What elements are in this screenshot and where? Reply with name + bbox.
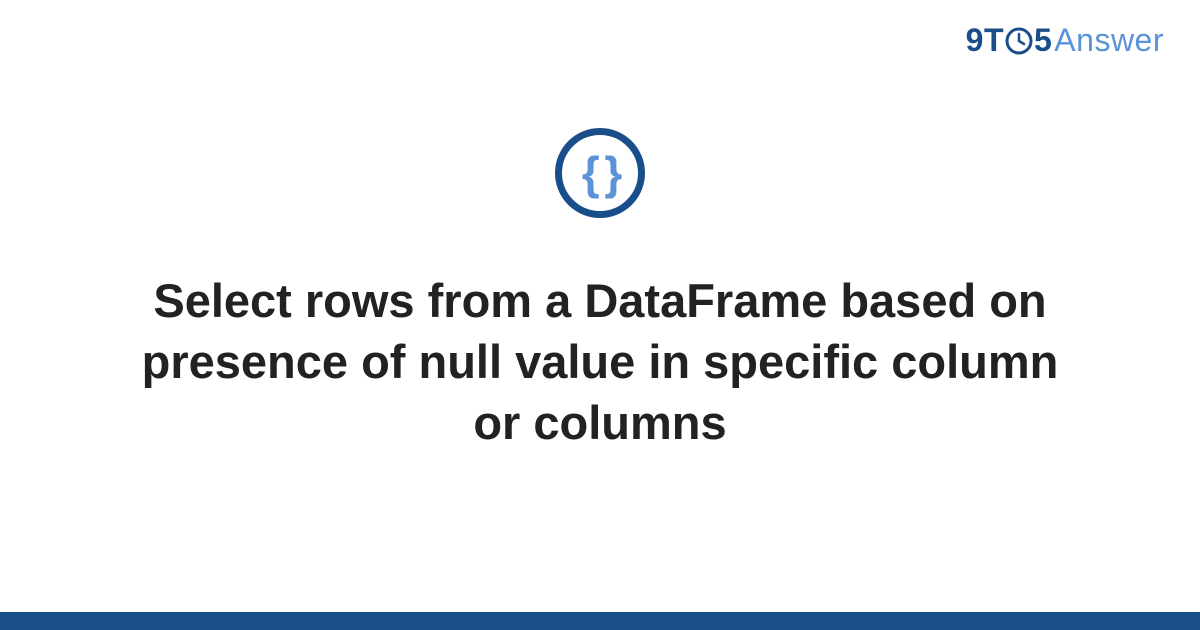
footer-bar bbox=[0, 612, 1200, 630]
code-braces-icon: { } bbox=[555, 128, 645, 218]
logo-text-5: 5 bbox=[1034, 22, 1052, 59]
question-title: Select rows from a DataFrame based on pr… bbox=[120, 270, 1080, 453]
logo-text-9t: 9T bbox=[966, 22, 1004, 59]
braces-glyph: { } bbox=[582, 146, 619, 200]
clock-icon bbox=[1005, 27, 1033, 55]
logo-text-answer: Answer bbox=[1054, 22, 1164, 59]
site-logo[interactable]: 9T 5 Answer bbox=[966, 22, 1164, 59]
main-content: { } Select rows from a DataFrame based o… bbox=[0, 128, 1200, 453]
